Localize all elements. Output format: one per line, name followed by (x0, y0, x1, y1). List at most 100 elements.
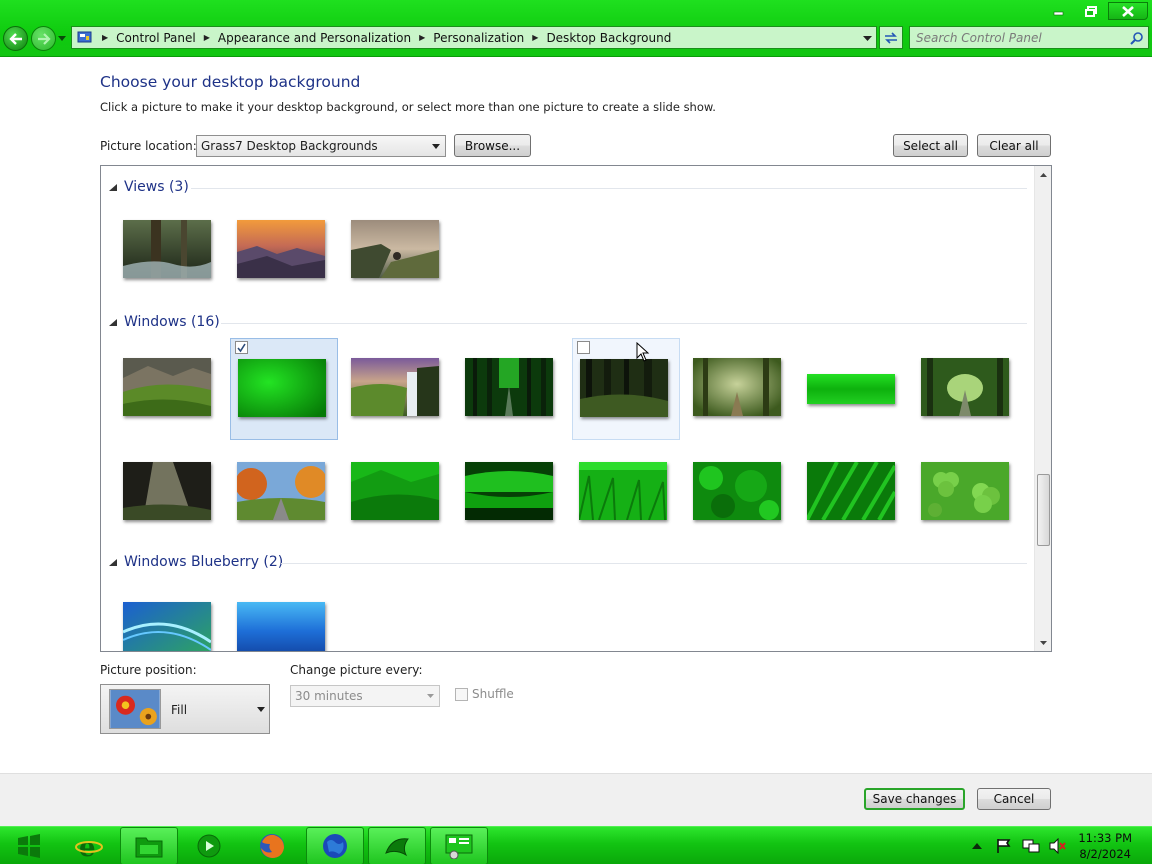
wallpaper-tile-green-leaves[interactable] (680, 442, 788, 544)
breadcrumb-control-panel[interactable]: Control Panel (116, 31, 196, 45)
taskbar-globe[interactable] (306, 827, 364, 864)
group-title: Windows (16) (124, 314, 220, 330)
group-divider (281, 563, 1027, 564)
folder-icon (135, 837, 163, 858)
wallpaper-thumbnail (921, 462, 1009, 520)
wallpaper-tile-forest-stream[interactable] (110, 200, 218, 302)
wallpaper-thumbnail (465, 358, 553, 416)
page-description: Click a picture to make it your desktop … (100, 100, 716, 114)
wallpaper-thumbnail (351, 358, 439, 416)
wallpaper-tile-blue-gradient[interactable] (224, 582, 332, 651)
wallpaper-tile-green-hills[interactable] (338, 442, 446, 544)
wallpaper-tile-misty-forest[interactable] (680, 338, 788, 440)
breadcrumb-personalization[interactable]: Personalization (433, 31, 524, 45)
group-header-windows[interactable]: Windows (16) (109, 314, 220, 330)
wallpaper-tile-tree-tunnel[interactable] (908, 338, 1016, 440)
minimize-icon (1053, 11, 1064, 16)
search-icon[interactable] (1130, 31, 1144, 45)
wallpaper-tile-grass-field[interactable] (566, 442, 674, 544)
address-bar[interactable]: ▶ Control Panel ▶ Appearance and Persona… (71, 26, 877, 49)
taskbar-media-player[interactable] (182, 827, 236, 864)
wallpaper-tile-green-bar[interactable] (794, 338, 902, 440)
group-divider (191, 188, 1027, 189)
recent-pages-dropdown[interactable] (58, 36, 66, 41)
taskbar-control-panel[interactable] (430, 827, 488, 864)
restore-button[interactable] (1076, 2, 1106, 20)
wallpaper-thumbnail (921, 358, 1009, 416)
scrollbar-thumb[interactable] (1037, 474, 1050, 546)
wallpaper-tile-grass-blades[interactable] (794, 442, 902, 544)
arrow-down-icon (1040, 640, 1047, 645)
notification-area (972, 827, 1066, 864)
wallpaper-thumbnail (580, 359, 668, 417)
browse-button[interactable]: Browse... (454, 134, 531, 157)
cancel-button[interactable]: Cancel (977, 788, 1051, 810)
tile-checkbox[interactable] (577, 341, 590, 354)
wallpaper-thumbnail (237, 462, 325, 520)
scroll-down-button[interactable] (1035, 634, 1051, 651)
wallpaper-tile-coastal-cliffs[interactable] (338, 200, 446, 302)
gallery-scrollbar[interactable] (1034, 166, 1051, 651)
tile-checkbox[interactable] (235, 341, 248, 354)
taskbar-internet-explorer[interactable]: e (62, 827, 116, 864)
close-button[interactable] (1108, 2, 1148, 20)
page-title: Choose your desktop background (100, 73, 361, 91)
save-changes-button[interactable]: Save changes (864, 788, 965, 810)
picture-position-select[interactable]: Fill (100, 684, 270, 734)
breadcrumb-appearance[interactable]: Appearance and Personalization (218, 31, 411, 45)
taskbar-firefox[interactable] (244, 827, 300, 864)
wallpaper-tile-dark-forest[interactable] (572, 338, 680, 440)
control-panel-icon (77, 31, 92, 42)
taskbar-windows-flag[interactable] (368, 827, 426, 864)
chevron-down-icon[interactable] (863, 32, 872, 44)
close-icon (1122, 5, 1134, 17)
wallpaper-tile-waterfall[interactable] (338, 338, 446, 440)
select-all-button[interactable]: Select all (893, 134, 968, 157)
shuffle-checkbox[interactable]: Shuffle (455, 687, 514, 701)
control-panel-icon (445, 834, 473, 859)
mouse-cursor-icon (636, 342, 650, 362)
wallpaper-thumbnail (465, 462, 553, 520)
wallpaper-tile-forest-path[interactable] (452, 338, 560, 440)
start-button[interactable] (6, 827, 52, 864)
group-header-views[interactable]: Views (3) (109, 179, 189, 195)
scroll-up-button[interactable] (1035, 166, 1051, 183)
group-header-windows-blueberry[interactable]: Windows Blueberry (2) (109, 554, 283, 570)
volume-muted-icon[interactable] (1048, 838, 1066, 854)
network-icon[interactable] (1022, 838, 1040, 854)
search-input[interactable] (910, 30, 1115, 45)
wallpaper-tile-mountain-valley[interactable] (110, 338, 218, 440)
breadcrumb-desktop-background[interactable]: Desktop Background (546, 31, 671, 45)
breadcrumb-separator-icon: ▶ (532, 33, 539, 42)
minimize-button[interactable] (1044, 2, 1074, 20)
forward-button[interactable] (31, 26, 56, 51)
position-preview-image (109, 689, 161, 729)
wallpaper-tile-autumn-road[interactable] (224, 442, 332, 544)
wallpaper-tile-sunset-hills[interactable] (224, 200, 332, 302)
system-clock[interactable]: 11:33 PM 8/2/2024 (1078, 830, 1132, 862)
wallpaper-tile-blue-waves[interactable] (110, 582, 218, 651)
back-button[interactable] (3, 26, 28, 51)
wallpaper-thumbnail (693, 462, 781, 520)
wallpaper-tile-green-lake[interactable] (452, 442, 560, 544)
wallpaper-thumbnail (123, 602, 211, 651)
wallpaper-tile-green-gradient[interactable] (230, 338, 338, 440)
clear-all-button[interactable]: Clear all (977, 134, 1051, 157)
refresh-button[interactable] (879, 26, 903, 49)
picture-position-value: Fill (171, 703, 188, 717)
wallpaper-tile-clovers[interactable] (908, 442, 1016, 544)
action-center-flag-icon[interactable] (996, 838, 1012, 854)
picture-location-select[interactable]: Grass7 Desktop Backgrounds (196, 135, 446, 157)
wallpaper-thumbnail (238, 359, 326, 417)
arrow-up-icon (1040, 172, 1047, 177)
change-interval-select[interactable]: 30 minutes (290, 685, 440, 707)
wallpaper-thumbnail (237, 220, 325, 278)
checkbox-box[interactable] (455, 687, 468, 701)
svg-text:e: e (79, 833, 96, 860)
wallpaper-thumbnail (123, 220, 211, 278)
wallpaper-tile-sunbeam-forest[interactable] (110, 442, 218, 544)
show-hidden-icons-icon[interactable] (972, 842, 982, 850)
clock-date: 8/2/2024 (1079, 847, 1131, 861)
taskbar-file-explorer[interactable] (120, 827, 178, 864)
windows-flag-icon (385, 838, 409, 857)
